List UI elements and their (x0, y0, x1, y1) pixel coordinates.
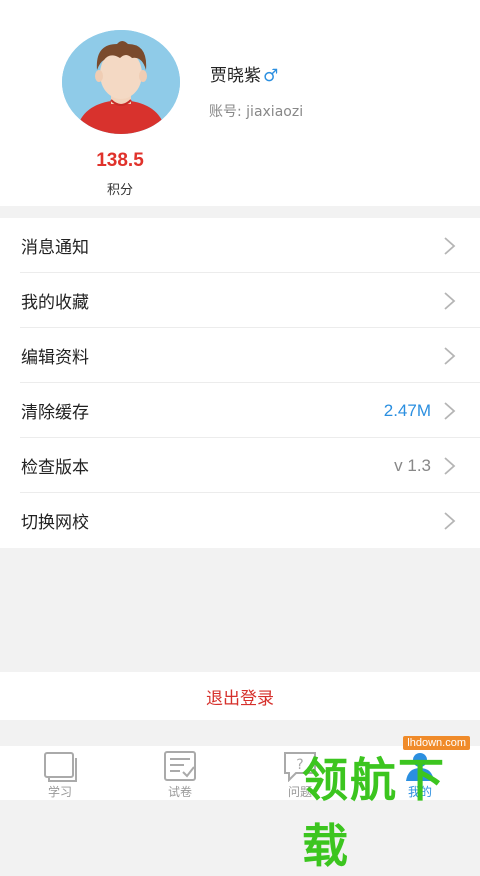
question-icon: ? (284, 752, 316, 782)
chevron-right-icon (444, 402, 456, 420)
menu-item-edit-profile[interactable]: 编辑资料 (0, 328, 480, 383)
logout-button[interactable]: 退出登录 (0, 672, 480, 720)
menu-item-label: 清除缓存 (21, 403, 89, 423)
points-label: 积分 (106, 183, 133, 198)
cache-size-value: 2.47M (383, 400, 431, 420)
account-id: 账号: jiaxiaozi (209, 104, 304, 120)
svg-text:?: ? (296, 757, 303, 773)
book-icon (44, 752, 77, 782)
menu-item-favorites[interactable]: 我的收藏 (0, 273, 480, 328)
menu-item-label: 检查版本 (21, 458, 89, 478)
chevron-right-icon (444, 347, 456, 365)
menu-item-clear-cache[interactable]: 清除缓存 2.47M (0, 383, 480, 438)
chevron-right-icon (444, 457, 456, 475)
tab-mine[interactable]: 我的 (360, 746, 480, 800)
tab-label: 试卷 (167, 785, 192, 799)
user-icon (406, 753, 434, 781)
tab-questions[interactable]: ? 问题 (240, 746, 360, 800)
settings-menu: 消息通知 我的收藏 编辑资料 清除缓存 2.47M 检查版本 v 1.3 切换网… (0, 218, 480, 548)
user-name: 贾晓紫 ♂ (210, 61, 278, 86)
points-value: 138.5 (96, 150, 144, 171)
chevron-right-icon (444, 237, 456, 255)
menu-item-label: 消息通知 (21, 238, 89, 258)
avatar-illustration (62, 30, 180, 134)
chevron-right-icon (444, 292, 456, 310)
paper-icon (164, 751, 196, 781)
male-icon: ♂ (263, 66, 279, 86)
tab-study[interactable]: 学习 (0, 746, 120, 800)
menu-item-label: 编辑资料 (21, 348, 89, 368)
tab-label: 学习 (47, 785, 72, 799)
menu-item-label: 我的收藏 (21, 293, 89, 313)
menu-item-switch-school[interactable]: 切换网校 (0, 493, 480, 548)
tab-label: 问题 (287, 785, 312, 799)
version-value: v 1.3 (394, 455, 431, 475)
menu-item-notifications[interactable]: 消息通知 (0, 218, 480, 273)
menu-item-check-version[interactable]: 检查版本 v 1.3 (0, 438, 480, 493)
avatar[interactable] (62, 30, 180, 134)
tab-papers[interactable]: 试卷 (120, 746, 240, 800)
profile-header: 138.5 积分 贾晓紫 ♂ 账号: jiaxiaozi (0, 0, 480, 206)
user-name-text: 贾晓紫 (210, 66, 261, 86)
menu-item-label: 切换网校 (21, 513, 89, 533)
tab-label: 我的 (407, 785, 432, 799)
chevron-right-icon (444, 512, 456, 530)
bottom-tab-bar: 学习 试卷 ? 问题 我的 (0, 746, 480, 800)
